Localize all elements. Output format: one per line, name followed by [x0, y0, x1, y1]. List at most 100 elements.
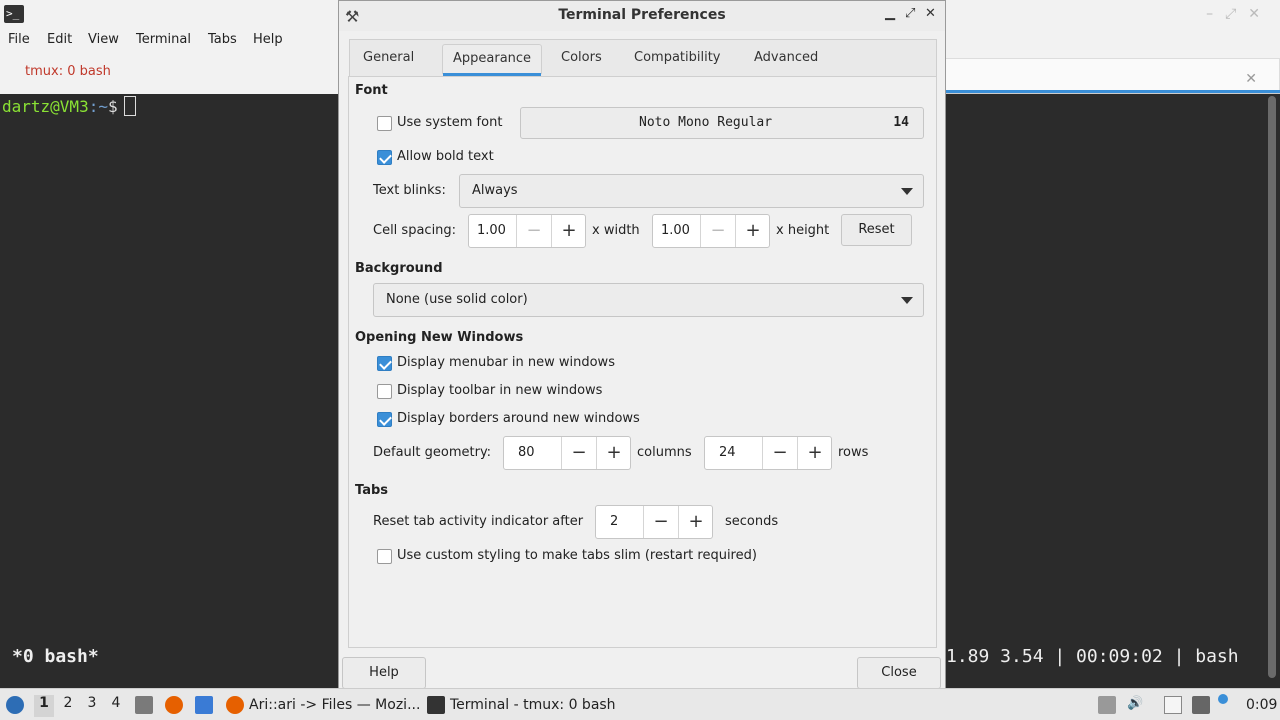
terminal-tab-active[interactable]: ✕ [945, 58, 1280, 92]
rows-value[interactable]: 24 [719, 445, 736, 460]
menu-view[interactable]: View [88, 32, 119, 47]
cell-height-spinner[interactable]: 1.00 − + [652, 214, 770, 248]
background-section-title: Background [355, 261, 443, 276]
plus-icon[interactable]: + [596, 437, 631, 469]
cell-height-value[interactable]: 1.00 [661, 223, 690, 238]
terminal-window-controls[interactable]: –⤢✕ [1206, 6, 1272, 22]
slim-tabs-checkbox[interactable] [377, 549, 392, 564]
cell-width-spinner[interactable]: 1.00 − + [468, 214, 586, 248]
borders-label: Display borders around new windows [397, 411, 640, 426]
eject-icon[interactable] [1098, 696, 1116, 714]
tmux-status-right: 1.89 3.54 | 00:09:02 | bash [946, 646, 1239, 667]
network-icon[interactable] [1192, 696, 1210, 714]
rows-spinner[interactable]: 24 − + [704, 436, 832, 470]
font-name: Noto Mono Regular [639, 115, 773, 130]
prompt-symbol: $ [107, 97, 118, 116]
columns-spinner[interactable]: 80 − + [503, 436, 631, 470]
allow-bold-label: Allow bold text [397, 149, 494, 164]
menu-edit[interactable]: Edit [47, 32, 72, 47]
firefox-icon[interactable] [165, 696, 183, 714]
tab-colors[interactable]: Colors [551, 44, 612, 74]
task-firefox[interactable]: Ari::ari -> Files — Mozi... [249, 697, 420, 713]
default-geometry-label: Default geometry: [373, 445, 492, 460]
toolbar-label: Display toolbar in new windows [397, 383, 603, 398]
menu-file[interactable]: File [8, 32, 30, 47]
text-blinks-dropdown[interactable]: Always [459, 174, 924, 208]
start-menu-icon[interactable] [6, 696, 24, 714]
menu-tabs[interactable]: Tabs [208, 32, 237, 47]
volume-icon[interactable]: 🔊 [1127, 696, 1145, 714]
close-icon[interactable]: ✕ [925, 6, 936, 21]
terminal-cursor [123, 96, 136, 116]
menubar-checkbox[interactable] [377, 356, 392, 371]
minus-icon[interactable]: − [561, 437, 596, 469]
taskbar: 1 2 3 4 Ari::ari -> Files — Mozi... Term… [0, 688, 1280, 720]
close-button[interactable]: Close [857, 657, 941, 689]
close-tab-icon[interactable]: ✕ [1245, 71, 1257, 87]
plus-icon[interactable]: + [551, 215, 586, 247]
borders-checkbox[interactable] [377, 412, 392, 427]
workspace-3[interactable]: 3 [82, 695, 102, 711]
preferences-tabs: General Appearance Colors Compatibility … [349, 39, 937, 77]
tmux-status-left: *0 bash* [12, 646, 99, 667]
columns-unit-label: columns [637, 445, 692, 460]
toolbar-checkbox[interactable] [377, 384, 392, 399]
background-dropdown[interactable]: None (use solid color) [373, 283, 924, 317]
workspace-4[interactable]: 4 [106, 695, 126, 711]
workspace-2[interactable]: 2 [58, 695, 78, 711]
tab-advanced[interactable]: Advanced [744, 44, 828, 74]
menu-terminal[interactable]: Terminal [136, 32, 191, 47]
tab-compatibility[interactable]: Compatibility [624, 44, 731, 74]
task-terminal[interactable]: Terminal - tmux: 0 bash [450, 697, 616, 713]
plus-icon[interactable]: + [797, 437, 832, 469]
plus-icon[interactable]: + [735, 215, 770, 247]
terminal-scrollbar[interactable] [1268, 96, 1276, 678]
reset-spacing-button[interactable]: Reset [841, 214, 912, 246]
reset-indicator-spinner[interactable]: 2 − + [595, 505, 713, 539]
file-manager-icon[interactable] [135, 696, 153, 714]
text-blinks-label: Text blinks: [373, 183, 446, 198]
tab-appearance[interactable]: Appearance [442, 44, 543, 74]
dialog-titlebar: ⚒ Terminal Preferences ▁ ⤢ ✕ [339, 1, 945, 31]
chevron-down-icon [901, 188, 913, 195]
cell-width-value[interactable]: 1.00 [477, 223, 506, 238]
minus-icon[interactable]: − [516, 215, 551, 247]
menubar-label: Display menubar in new windows [397, 355, 615, 370]
preferences-dialog: ⚒ Terminal Preferences ▁ ⤢ ✕ General App… [338, 0, 946, 690]
menu-help[interactable]: Help [253, 32, 283, 47]
plus-icon[interactable]: + [678, 506, 713, 538]
columns-value[interactable]: 80 [518, 445, 535, 460]
help-button[interactable]: Help [342, 657, 426, 689]
clipboard-icon[interactable] [1164, 696, 1182, 714]
clock: 0:09 [1246, 697, 1278, 713]
minus-icon[interactable]: − [700, 215, 735, 247]
font-section-title: Font [355, 83, 388, 98]
use-system-font-label: Use system font [397, 115, 503, 130]
font-size: 14 [893, 115, 909, 130]
tabs-section-title: Tabs [355, 483, 389, 498]
text-blinks-value: Always [472, 183, 518, 198]
reset-indicator-value[interactable]: 2 [610, 514, 618, 529]
seconds-label: seconds [725, 514, 779, 529]
workspace-1[interactable]: 1 [34, 695, 54, 717]
slim-tabs-label: Use custom styling to make tabs slim (re… [397, 548, 757, 563]
font-chooser-button[interactable]: Noto Mono Regular 14 [520, 107, 924, 139]
minus-icon[interactable]: − [643, 506, 678, 538]
desktop-icon[interactable] [195, 696, 213, 714]
maximize-icon[interactable]: ⤢ [905, 6, 915, 21]
background-value: None (use solid color) [386, 292, 528, 307]
height-unit-label: x height [776, 223, 830, 238]
terminal-task-icon [427, 696, 445, 714]
allow-bold-checkbox[interactable] [377, 150, 392, 165]
minimize-icon[interactable]: ▁ [885, 6, 895, 21]
tab-general[interactable]: General [353, 44, 424, 74]
notification-icon[interactable] [1218, 694, 1228, 704]
tab-accent-bar [946, 90, 1280, 93]
dialog-title: Terminal Preferences [558, 7, 726, 23]
use-system-font-checkbox[interactable] [377, 116, 392, 131]
cell-spacing-label: Cell spacing: [373, 223, 457, 238]
terminal-app-icon: >_ [4, 5, 24, 23]
shell-prompt: dartz@VM3:~$ [2, 96, 136, 116]
terminal-tab[interactable]: tmux: 0 bash [0, 52, 340, 94]
minus-icon[interactable]: − [762, 437, 797, 469]
